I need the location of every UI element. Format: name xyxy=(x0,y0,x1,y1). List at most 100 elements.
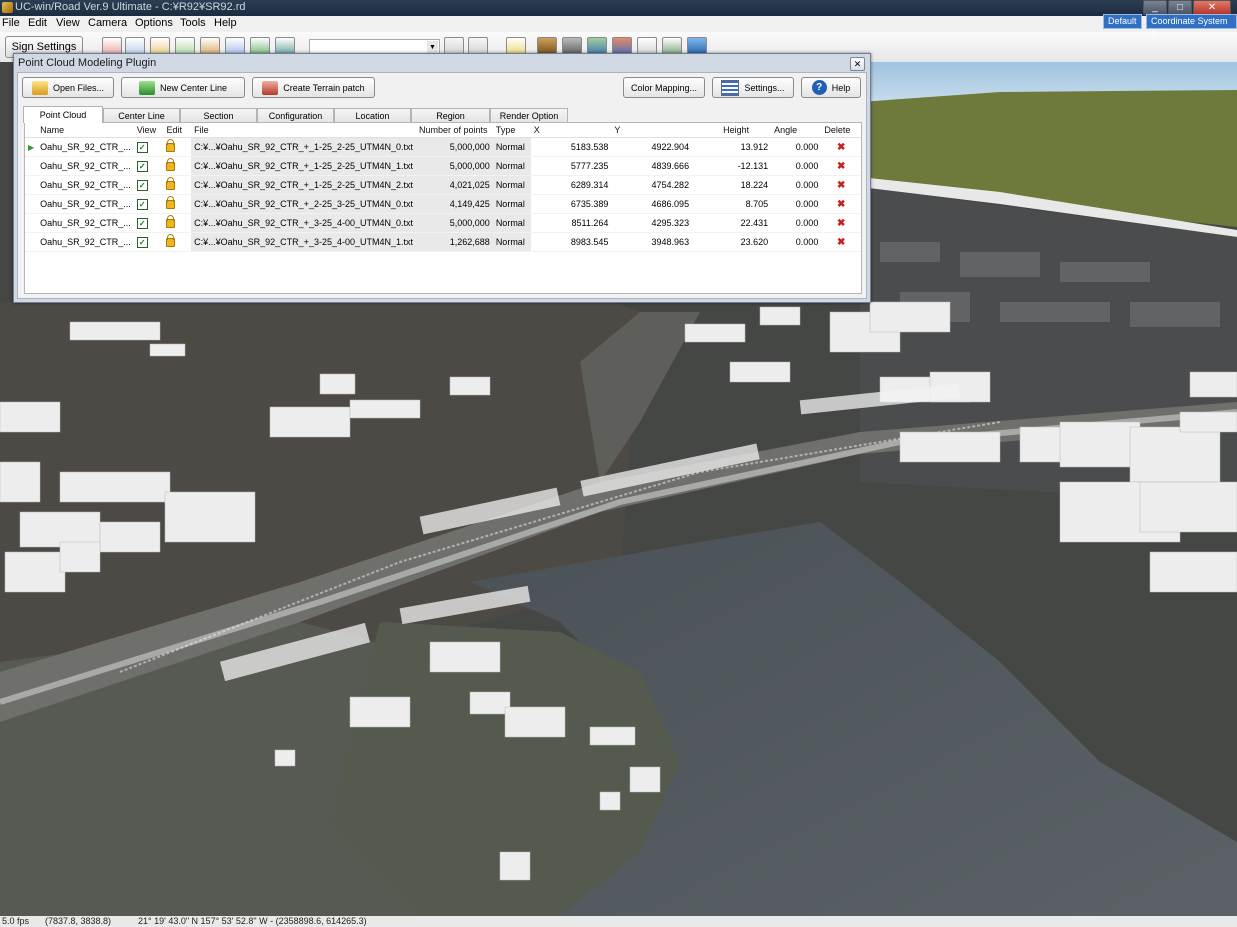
angle-cell[interactable]: 0.000 xyxy=(771,175,822,195)
table-row[interactable]: Oahu_SR_92_CTR_... ✓ C:¥...¥Oahu_SR_92_C… xyxy=(25,194,861,214)
coordinate-system-badge[interactable]: Coordinate System 0 xyxy=(1146,14,1237,39)
view-cell[interactable]: ✓ xyxy=(133,175,164,195)
name-cell[interactable]: Oahu_SR_92_CTR_... xyxy=(37,175,134,195)
type-cell[interactable]: Normal xyxy=(492,156,531,176)
lock-icon[interactable] xyxy=(166,176,176,190)
settings-button[interactable]: Settings... xyxy=(712,77,794,98)
lock-icon[interactable] xyxy=(166,157,176,171)
lock-icon[interactable] xyxy=(166,138,176,152)
color-mapping-button[interactable]: Color Mapping... xyxy=(623,77,705,98)
height-cell[interactable]: 23.620 xyxy=(692,232,772,252)
file-cell[interactable]: C:¥...¥Oahu_SR_92_CTR_+_3-25_4-00_UTM4N_… xyxy=(191,213,416,233)
menu-edit[interactable]: Edit xyxy=(28,17,47,29)
column-header[interactable]: File xyxy=(191,123,416,138)
edit-cell[interactable] xyxy=(163,156,192,176)
checkbox-icon[interactable]: ✓ xyxy=(136,217,148,229)
x-cell[interactable]: 8983.545 xyxy=(530,232,612,252)
tab-center-line[interactable]: Center Line xyxy=(103,108,180,122)
close-window-button[interactable]: ✕ xyxy=(1193,0,1231,15)
angle-cell[interactable]: 0.000 xyxy=(771,213,822,233)
help-button[interactable]: ? Help xyxy=(801,77,861,98)
height-cell[interactable]: -12.131 xyxy=(692,156,772,176)
column-header[interactable]: Y xyxy=(611,123,693,138)
minimize-button[interactable]: _ xyxy=(1143,0,1167,15)
column-header[interactable]: Height xyxy=(692,123,772,138)
tab-section[interactable]: Section xyxy=(180,108,257,122)
name-cell[interactable]: Oahu_SR_92_CTR_... xyxy=(37,137,134,157)
delete-cell[interactable]: ✖ xyxy=(821,194,861,214)
checkbox-icon[interactable]: ✓ xyxy=(136,179,148,191)
y-cell[interactable]: 4686.095 xyxy=(611,194,693,214)
column-header[interactable]: Number of points xyxy=(416,123,493,138)
table-row[interactable]: Oahu_SR_92_CTR_... ✓ C:¥...¥Oahu_SR_92_C… xyxy=(25,156,861,176)
delete-icon[interactable]: ✖ xyxy=(837,180,845,191)
type-cell[interactable]: Normal xyxy=(492,213,531,233)
column-header[interactable]: Edit xyxy=(163,123,192,138)
table-row[interactable]: ▶ Oahu_SR_92_CTR_... ✓ C:¥...¥Oahu_SR_92… xyxy=(25,137,861,157)
height-cell[interactable]: 13.912 xyxy=(692,137,772,157)
edit-cell[interactable] xyxy=(163,194,192,214)
file-cell[interactable]: C:¥...¥Oahu_SR_92_CTR_+_1-25_2-25_UTM4N_… xyxy=(191,175,416,195)
tab-point-cloud[interactable]: Point Cloud xyxy=(23,106,103,123)
lock-icon[interactable] xyxy=(166,214,176,228)
file-cell[interactable]: C:¥...¥Oahu_SR_92_CTR_+_3-25_4-00_UTM4N_… xyxy=(191,232,416,252)
edit-cell[interactable] xyxy=(163,232,192,252)
lock-icon[interactable] xyxy=(166,195,176,209)
name-cell[interactable]: Oahu_SR_92_CTR_... xyxy=(37,194,134,214)
angle-cell[interactable]: 0.000 xyxy=(771,156,822,176)
open-files-button[interactable]: Open Files... xyxy=(22,77,114,98)
file-cell[interactable]: C:¥...¥Oahu_SR_92_CTR_+_2-25_3-25_UTM4N_… xyxy=(191,194,416,214)
tab-location[interactable]: Location xyxy=(334,108,411,122)
angle-cell[interactable]: 0.000 xyxy=(771,137,822,157)
delete-cell[interactable]: ✖ xyxy=(821,137,861,157)
menu-tools[interactable]: Tools xyxy=(180,17,206,29)
column-header[interactable]: Name xyxy=(37,123,134,138)
y-cell[interactable]: 4754.282 xyxy=(611,175,693,195)
view-cell[interactable]: ✓ xyxy=(133,156,164,176)
column-header[interactable]: Angle xyxy=(771,123,822,138)
view-cell[interactable]: ✓ xyxy=(133,194,164,214)
height-cell[interactable]: 22.431 xyxy=(692,213,772,233)
y-cell[interactable]: 4839.666 xyxy=(611,156,693,176)
delete-cell[interactable]: ✖ xyxy=(821,213,861,233)
x-cell[interactable]: 8511.264 xyxy=(530,213,612,233)
type-cell[interactable]: Normal xyxy=(492,137,531,157)
type-cell[interactable]: Normal xyxy=(492,232,531,252)
x-cell[interactable]: 5777.235 xyxy=(530,156,612,176)
name-cell[interactable]: Oahu_SR_92_CTR_... xyxy=(37,232,134,252)
file-cell[interactable]: C:¥...¥Oahu_SR_92_CTR_+_1-25_2-25_UTM4N_… xyxy=(191,137,416,157)
column-header[interactable]: View xyxy=(133,123,164,138)
y-cell[interactable]: 4295.323 xyxy=(611,213,693,233)
name-cell[interactable]: Oahu_SR_92_CTR_... xyxy=(37,156,134,176)
delete-cell[interactable]: ✖ xyxy=(821,175,861,195)
table-row[interactable]: Oahu_SR_92_CTR_... ✓ C:¥...¥Oahu_SR_92_C… xyxy=(25,175,861,195)
type-cell[interactable]: Normal xyxy=(492,194,531,214)
edit-cell[interactable] xyxy=(163,137,192,157)
new-center-line-button[interactable]: New Center Line xyxy=(121,77,245,98)
delete-cell[interactable]: ✖ xyxy=(821,156,861,176)
menu-help[interactable]: Help xyxy=(214,17,237,29)
create-terrain-patch-button[interactable]: Create Terrain patch xyxy=(252,77,375,98)
checkbox-icon[interactable]: ✓ xyxy=(136,236,148,248)
view-cell[interactable]: ✓ xyxy=(133,213,164,233)
delete-icon[interactable]: ✖ xyxy=(837,142,845,153)
tab-region[interactable]: Region xyxy=(411,108,490,122)
table-row[interactable]: Oahu_SR_92_CTR_... ✓ C:¥...¥Oahu_SR_92_C… xyxy=(25,232,861,252)
menu-view[interactable]: View xyxy=(56,17,80,29)
x-cell[interactable]: 6289.314 xyxy=(530,175,612,195)
view-cell[interactable]: ✓ xyxy=(133,137,164,157)
angle-cell[interactable]: 0.000 xyxy=(771,194,822,214)
y-cell[interactable]: 3948.963 xyxy=(611,232,693,252)
checkbox-icon[interactable]: ✓ xyxy=(136,160,148,172)
menu-file[interactable]: File xyxy=(2,17,20,29)
delete-icon[interactable]: ✖ xyxy=(837,237,845,248)
column-header[interactable]: Delete xyxy=(821,123,861,138)
delete-icon[interactable]: ✖ xyxy=(837,218,845,229)
checkbox-icon[interactable]: ✓ xyxy=(136,141,148,153)
file-cell[interactable]: C:¥...¥Oahu_SR_92_CTR_+_1-25_2-25_UTM4N_… xyxy=(191,156,416,176)
tab-configuration[interactable]: Configuration xyxy=(257,108,334,122)
checkbox-icon[interactable]: ✓ xyxy=(136,198,148,210)
maximize-button[interactable]: □ xyxy=(1168,0,1192,15)
table-row[interactable]: Oahu_SR_92_CTR_... ✓ C:¥...¥Oahu_SR_92_C… xyxy=(25,213,861,233)
default-badge[interactable]: Default xyxy=(1103,14,1142,29)
